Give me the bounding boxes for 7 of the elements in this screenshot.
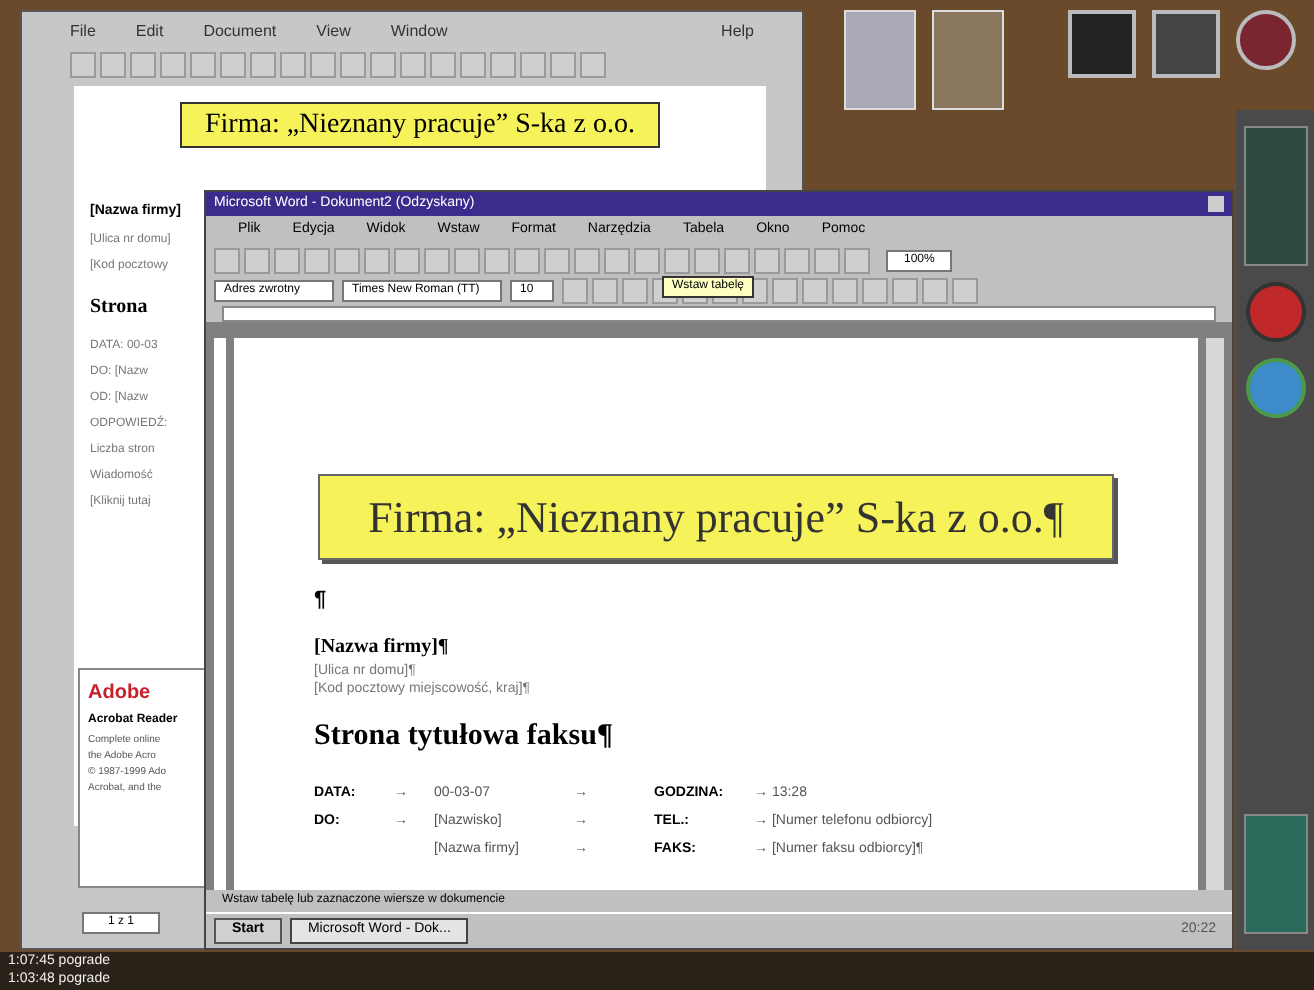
title-banner: Firma: „Nieznany pracuje” S-ka z o.o. (179, 102, 661, 148)
page-text: Strona (90, 293, 148, 321)
fax-heading: Strona tytułowa faksu¶ (314, 718, 616, 756)
paragraph-mark: ¶ (314, 585, 329, 615)
adobe-logo: Adobe (88, 680, 153, 708)
company-name: [Nazwa firmy]¶ (314, 634, 451, 662)
title-banner: Firma: „Nieznany pracuje” S-ka z o.o.¶ (318, 473, 1114, 559)
